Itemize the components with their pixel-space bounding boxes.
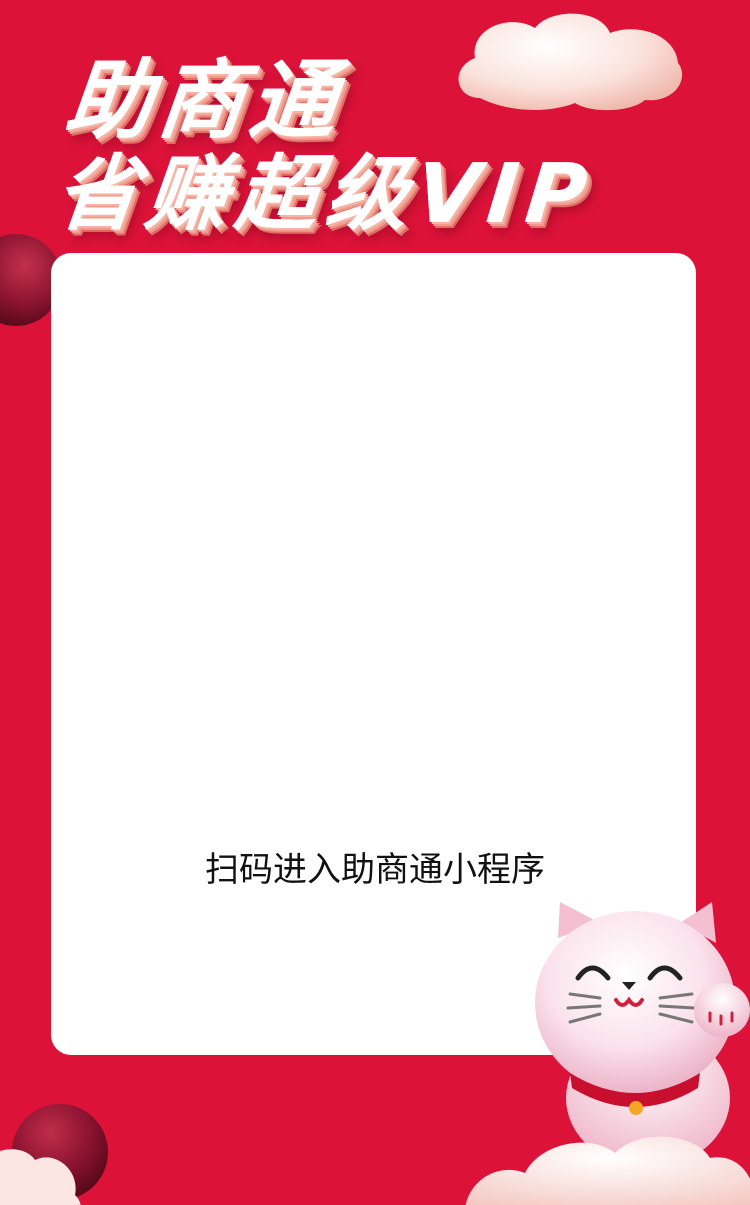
poster: 助商通 省赚超级VIP 扫码进入助商通小程序 xyxy=(0,0,750,1205)
headline-line2: 省赚超级VIP xyxy=(51,147,600,242)
headline-line1: 助商通 xyxy=(60,51,348,151)
scan-caption: 扫码进入助商通小程序 xyxy=(205,850,545,890)
cloud-bottom xyxy=(465,1136,750,1205)
headline: 助商通 省赚超级VIP xyxy=(51,51,599,242)
cloud-bottom-left xyxy=(0,1149,81,1205)
